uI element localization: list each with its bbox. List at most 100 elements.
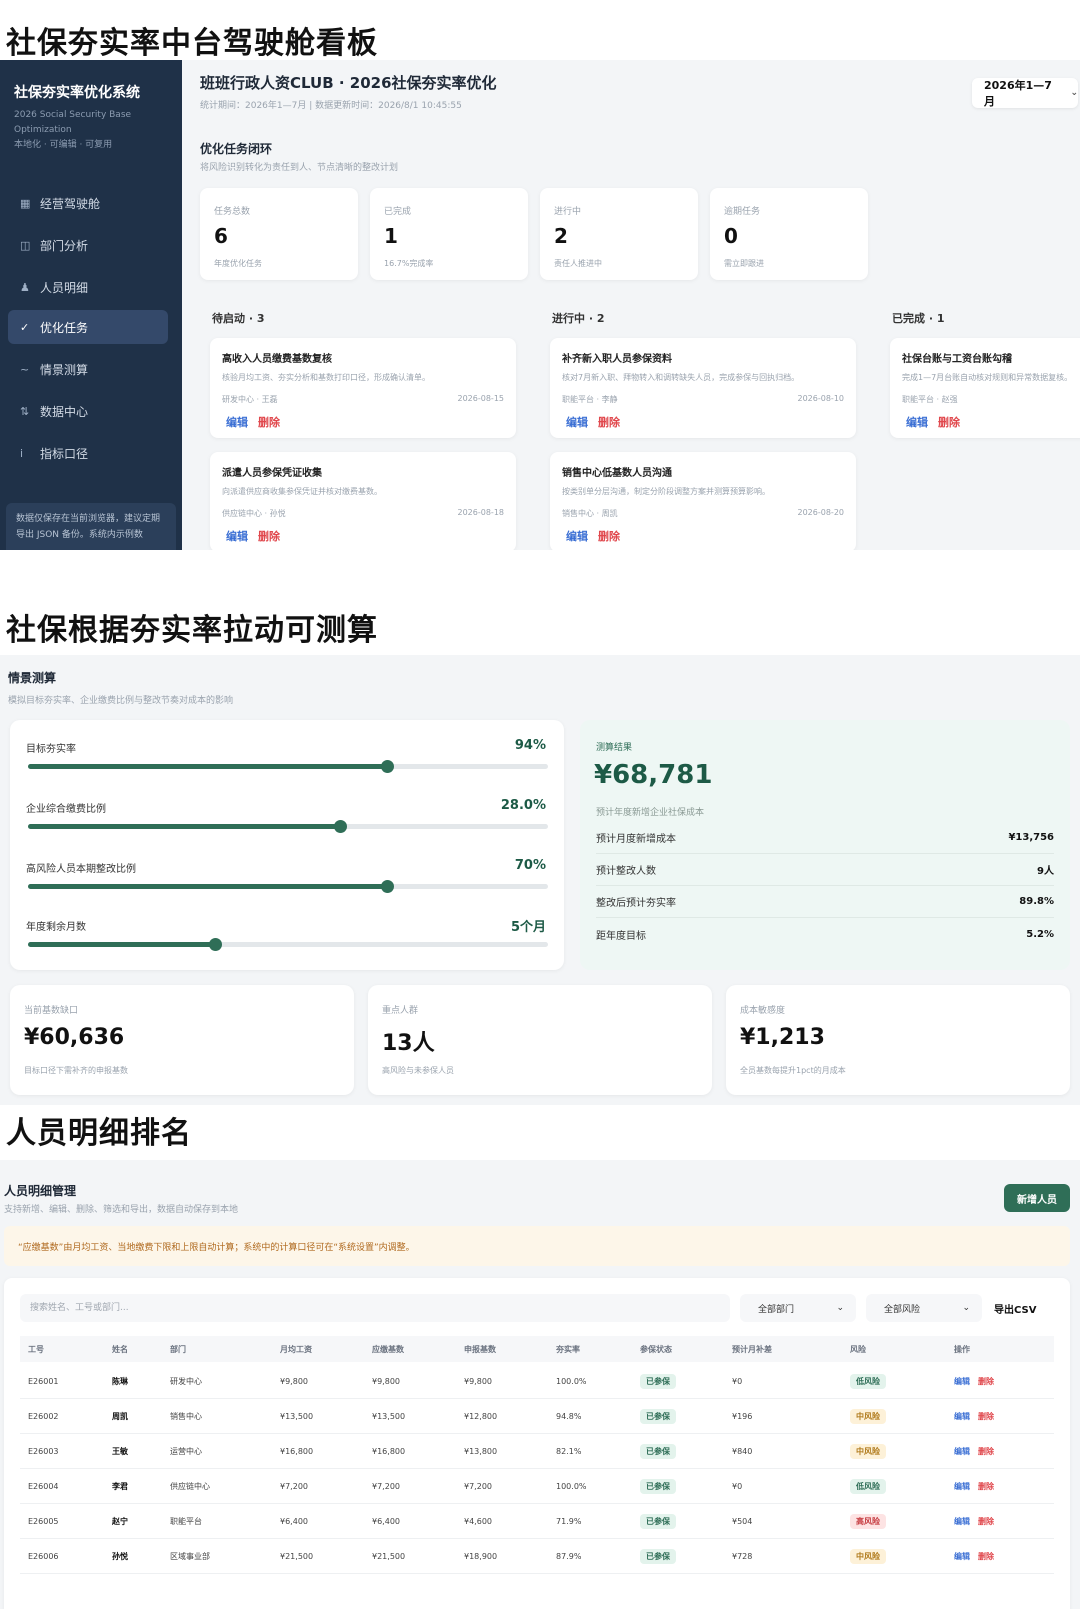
delete-button[interactable]: 删除	[598, 414, 620, 430]
stat-label: 逾期任务	[724, 207, 761, 217]
sidebar-item-scenario[interactable]: ~ 情景测算	[8, 352, 168, 386]
employee-id: E26006	[28, 1551, 59, 1561]
edit-button[interactable]: 编辑	[906, 414, 928, 430]
column-title-in-progress: 进行中 · 2	[552, 312, 605, 325]
scenario-screenshot: 情景测算 模拟目标夯实率、企业缴费比例与整改节奏对成本的影响 目标夯实率 94%…	[0, 655, 1080, 1105]
sidebar-item-tasks[interactable]: ✓ 优化任务	[8, 310, 168, 344]
monthly-salary: ¥6,400	[280, 1516, 308, 1526]
edit-button[interactable]: 编辑	[954, 1481, 970, 1492]
delete-button[interactable]: 删除	[978, 1376, 994, 1387]
table-cell: ¥9,800	[280, 1364, 308, 1398]
sidebar-item-label: 经营驾驶舱	[40, 196, 101, 211]
period-value: 2026年1—7月	[984, 79, 1052, 108]
monthly-salary: ¥16,800	[280, 1446, 314, 1456]
period-select[interactable]: 2026年1—7月 ⌄	[972, 78, 1078, 108]
employee-name: 周凯	[112, 1411, 128, 1421]
delete-button[interactable]: 删除	[978, 1446, 994, 1457]
edit-button[interactable]: 编辑	[226, 528, 248, 544]
info-icon: i	[20, 446, 24, 460]
slider-fill	[28, 884, 387, 889]
edit-button[interactable]: 编辑	[954, 1551, 970, 1562]
delete-button[interactable]: 删除	[978, 1481, 994, 1492]
delete-button[interactable]: 删除	[938, 414, 960, 430]
column-header: 参保状态	[640, 1344, 672, 1354]
delete-button[interactable]: 删除	[258, 528, 280, 544]
sidebar-item-staff[interactable]: ♟ 人员明细	[8, 270, 168, 304]
edit-button[interactable]: 编辑	[566, 414, 588, 430]
sidebar-subtitle: 2026 Social Security Base Optimization 本…	[14, 108, 174, 153]
heading-dashboard: 社保夯实率中台驾驶舱看板	[6, 26, 378, 61]
risk-badge: 中风险	[850, 1443, 886, 1459]
target-rate-slider[interactable]	[28, 760, 548, 773]
table-cell: E26001	[28, 1364, 59, 1398]
task-card[interactable]: 派遣人员参保凭证收集 向派遣供应商收集参保凭证并核对缴费基数。 供应链中心 · …	[210, 452, 516, 550]
compliance-rate: 94.8%	[556, 1411, 582, 1421]
delete-button[interactable]: 删除	[258, 414, 280, 430]
task-card[interactable]: 高收入人员缴费基数复核 核验月均工资、夯实分析和基数打印口径，形成确认清单。 研…	[210, 338, 516, 438]
sort-icon: ⇅	[20, 404, 30, 418]
slider-handle[interactable]	[380, 760, 394, 773]
task-owner: 销售中心 · 周凯	[562, 509, 618, 518]
employee-name: 李君	[112, 1481, 128, 1491]
column-header: 工号	[28, 1344, 44, 1354]
department: 研发中心	[170, 1376, 202, 1386]
slider-value: 5个月	[510, 920, 546, 935]
task-card[interactable]: 补齐新入职人员参保资料 核对7月新入职、拜物转入和调转缺失人员，完成参保与回执归…	[550, 338, 856, 438]
table-cell: 中风险	[850, 1399, 886, 1433]
delete-button[interactable]: 删除	[978, 1516, 994, 1527]
delete-button[interactable]: 删除	[978, 1551, 994, 1562]
table-cell: 赵宁	[112, 1504, 128, 1538]
result-row-label: 预计整改人数	[596, 866, 656, 877]
edit-button[interactable]: 编辑	[226, 414, 248, 430]
edit-button[interactable]: 编辑	[954, 1376, 970, 1387]
delete-button[interactable]: 删除	[598, 528, 620, 544]
slider-label: 企业综合缴费比例	[26, 804, 106, 815]
table-cell: ¥13,800	[464, 1434, 497, 1468]
stat-note: 16.7%完成率	[384, 259, 434, 268]
sidebar-item-cockpit[interactable]: ▦ 经营驾驶舱	[8, 186, 168, 220]
base-declared: ¥7,200	[464, 1481, 492, 1491]
base-declared: ¥9,800	[464, 1376, 492, 1386]
task-date: 2026-08-15	[457, 394, 505, 403]
add-staff-button[interactable]: 新增人员	[1004, 1184, 1070, 1212]
task-card[interactable]: 社保台账与工资台账勾稽 完成1—7月台账自动核对规则和异常数据复核。 职能平台 …	[890, 338, 1080, 438]
sidebar-item-data-center[interactable]: ⇅ 数据中心	[8, 394, 168, 428]
sidebar-item-departments[interactable]: ◫ 部门分析	[8, 228, 168, 262]
table-cell: 李君	[112, 1469, 128, 1503]
table-cell: 供应链中心	[170, 1469, 210, 1503]
table-cell: 已参保	[640, 1399, 676, 1433]
heading-scenario: 社保根据夯实率拉动可测算	[6, 613, 378, 648]
delete-button[interactable]: 删除	[978, 1411, 994, 1422]
result-row-value: 89.8%	[1019, 896, 1054, 907]
sidebar-item-label: 部门分析	[40, 238, 89, 253]
risk-filter[interactable]: 全部风险 ⌄	[866, 1294, 982, 1322]
base-due: ¥21,500	[372, 1551, 406, 1561]
edit-button[interactable]: 编辑	[566, 528, 588, 544]
contribution-ratio-slider[interactable]	[28, 820, 548, 833]
chevron-down-icon: ⌄	[1070, 88, 1078, 98]
monthly-gap: ¥196	[732, 1411, 753, 1421]
department: 供应链中心	[170, 1481, 210, 1491]
slider-handle[interactable]	[209, 938, 223, 951]
edit-button[interactable]: 编辑	[954, 1446, 970, 1457]
task-card[interactable]: 销售中心低基数人员沟通 按类别单分层沟通，制定分阶段调整方案并测算预算影响。 销…	[550, 452, 856, 550]
sidebar-item-label: 情景测算	[40, 362, 89, 377]
search-input[interactable]	[20, 1294, 730, 1322]
table-cell: ¥16,800	[280, 1434, 313, 1468]
edit-button[interactable]: 编辑	[954, 1516, 970, 1527]
department-filter[interactable]: 全部部门 ⌄	[740, 1294, 856, 1322]
person-icon: ♟	[20, 280, 30, 294]
slider-label: 目标夯实率	[26, 744, 76, 755]
table-cell: ¥7,200	[280, 1469, 308, 1503]
sidebar-item-metrics[interactable]: i 指标口径	[8, 436, 168, 470]
rectify-ratio-slider[interactable]	[28, 880, 548, 893]
edit-button[interactable]: 编辑	[954, 1411, 970, 1422]
remaining-months-slider[interactable]	[28, 938, 548, 951]
slider-handle[interactable]	[380, 880, 394, 893]
export-csv-button[interactable]: 导出CSV	[994, 1294, 1036, 1322]
slider-handle[interactable]	[334, 820, 347, 833]
table-cell: 87.9%	[556, 1539, 581, 1573]
table-cell: ¥13,500	[372, 1399, 405, 1433]
table-cell: ¥12,800	[464, 1399, 497, 1433]
table-cell: 已参保	[640, 1469, 676, 1503]
